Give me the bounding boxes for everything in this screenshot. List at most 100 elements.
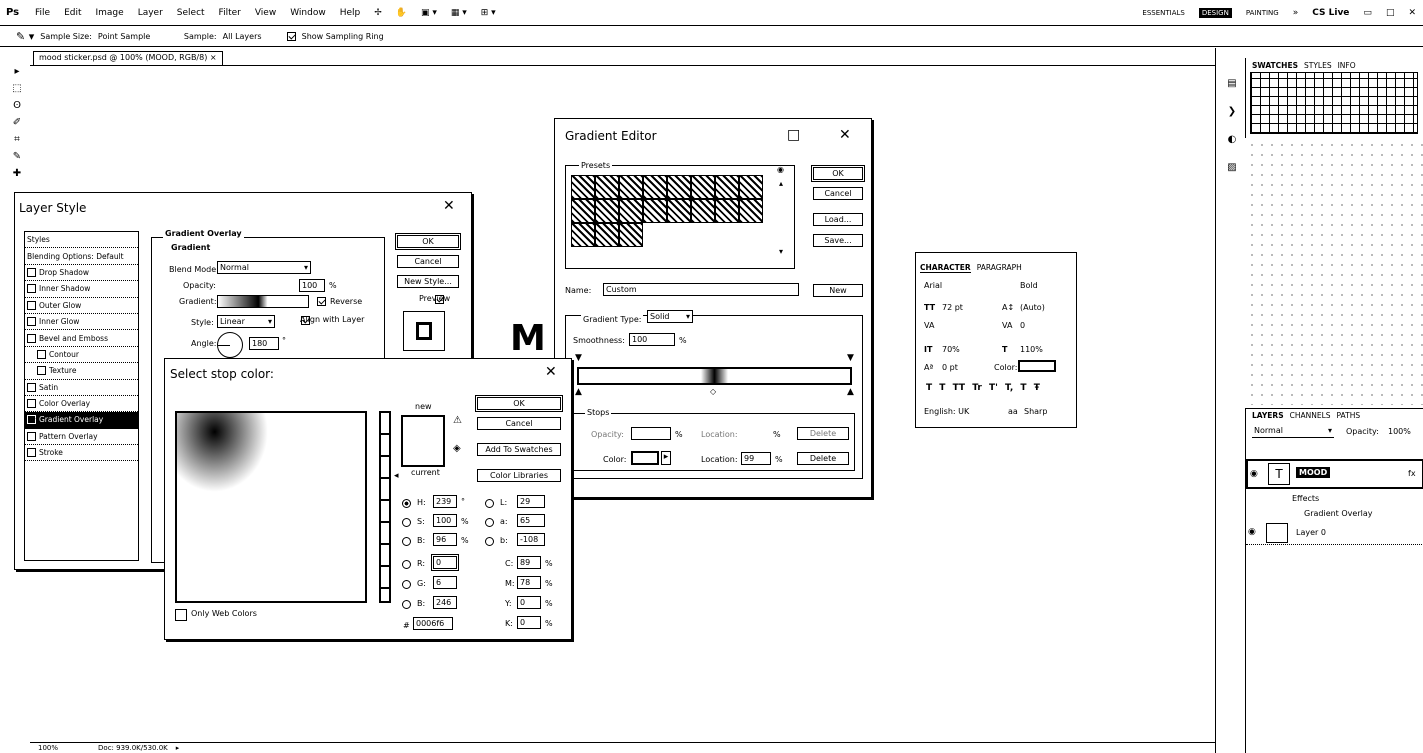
- quick-select-icon[interactable]: ✐: [6, 117, 28, 134]
- close-icon[interactable]: ✕: [839, 127, 851, 143]
- language-select[interactable]: English: UK: [924, 407, 969, 416]
- maximize-icon[interactable]: □: [1386, 8, 1395, 18]
- gradient-bar[interactable]: [577, 367, 852, 385]
- preset-swatch[interactable]: [715, 199, 739, 223]
- style-item-color-overlay[interactable]: Color Overlay: [25, 396, 138, 413]
- style-item-stroke[interactable]: Stroke: [25, 445, 138, 462]
- stop-color-swatch[interactable]: [631, 451, 659, 465]
- r-field[interactable]: 0: [431, 554, 459, 571]
- tab-paths[interactable]: PATHS: [1337, 411, 1361, 420]
- b-radio[interactable]: [402, 537, 411, 546]
- extras-icon[interactable]: ⊞ ▾: [481, 8, 496, 18]
- angle-dial[interactable]: [217, 332, 243, 358]
- color-libraries-button[interactable]: Color Libraries: [477, 469, 561, 482]
- preset-swatch[interactable]: [595, 199, 619, 223]
- leading-field[interactable]: (Auto): [1020, 303, 1045, 312]
- name-field[interactable]: Custom: [603, 283, 799, 296]
- preset-swatch[interactable]: [595, 175, 619, 199]
- layer-name[interactable]: MOOD: [1296, 467, 1331, 478]
- g-field[interactable]: 6: [433, 576, 457, 589]
- gradient-type-select[interactable]: Solid: [647, 310, 693, 323]
- preset-swatch[interactable]: [571, 199, 595, 223]
- channels-icon[interactable]: ◐: [1222, 126, 1242, 154]
- menu-help[interactable]: Help: [340, 8, 361, 18]
- cancel-button[interactable]: Cancel: [397, 255, 459, 268]
- superscript-icon[interactable]: T': [989, 383, 998, 393]
- menu-layer[interactable]: Layer: [138, 8, 163, 18]
- hex-field[interactable]: 0006f6: [413, 617, 453, 630]
- screen-mode-icon[interactable]: ▣ ▾: [421, 8, 437, 18]
- adjust-icon[interactable]: ▨: [1222, 154, 1242, 182]
- lab-b-radio[interactable]: [485, 537, 494, 546]
- sample-size-select[interactable]: Point Sample: [98, 32, 178, 41]
- b-field[interactable]: 96: [433, 533, 457, 546]
- actions-icon[interactable]: ❯: [1222, 98, 1242, 126]
- layer-name[interactable]: Layer 0: [1296, 528, 1326, 537]
- ok-button[interactable]: OK: [475, 395, 563, 412]
- y-field[interactable]: 0: [517, 596, 541, 609]
- gradient-overlay-effect[interactable]: Gradient Overlay: [1304, 509, 1372, 518]
- stop-color-menu-icon[interactable]: ▸: [661, 451, 671, 465]
- s-radio[interactable]: [402, 518, 411, 527]
- preset-swatch[interactable]: [691, 175, 715, 199]
- anti-alias-select[interactable]: Sharp: [1024, 407, 1047, 416]
- cs-live-button[interactable]: CS Live: [1312, 8, 1349, 18]
- a-radio[interactable]: [485, 518, 494, 527]
- h-field[interactable]: 239: [433, 495, 457, 508]
- m-field[interactable]: 78: [517, 576, 541, 589]
- cancel-button[interactable]: Cancel: [477, 417, 561, 430]
- scroll-up-icon[interactable]: ▴: [779, 179, 783, 188]
- style-item-satin[interactable]: Satin: [25, 380, 138, 396]
- bevel-checkbox[interactable]: [27, 333, 36, 343]
- style-item-outer-glow[interactable]: Outer Glow: [25, 298, 138, 314]
- visibility-eye-icon[interactable]: ◉: [1248, 527, 1256, 537]
- subscript-icon[interactable]: T,: [1005, 383, 1013, 393]
- healing-tool-icon[interactable]: ✚: [6, 168, 28, 185]
- preset-swatch[interactable]: [667, 175, 691, 199]
- move-tool-icon[interactable]: ✢: [374, 8, 382, 18]
- close-icon[interactable]: ✕: [443, 198, 455, 214]
- menu-window[interactable]: Window: [290, 8, 326, 18]
- drop-shadow-checkbox[interactable]: [27, 267, 36, 277]
- contour-checkbox[interactable]: [37, 349, 46, 359]
- color-overlay-checkbox[interactable]: [27, 399, 36, 409]
- web-colors-checkbox[interactable]: [175, 609, 187, 621]
- maximize-icon[interactable]: □: [787, 127, 800, 143]
- l-radio[interactable]: [485, 499, 494, 508]
- lab-b-field[interactable]: -108: [517, 533, 545, 546]
- preset-swatch[interactable]: [571, 175, 595, 199]
- effects-label[interactable]: Effects: [1292, 494, 1319, 503]
- scroll-down-icon[interactable]: ▾: [779, 247, 783, 256]
- marquee-tool-icon[interactable]: ⬚: [6, 83, 28, 100]
- preset-swatch[interactable]: [739, 199, 763, 223]
- new-button[interactable]: New: [813, 284, 863, 297]
- stop-opacity-field[interactable]: [631, 427, 671, 440]
- presets-grid[interactable]: [571, 175, 763, 247]
- inner-glow-checkbox[interactable]: [27, 317, 36, 327]
- style-select[interactable]: Linear: [217, 315, 275, 328]
- blue-field[interactable]: 246: [433, 596, 457, 609]
- gamut-warning-icon[interactable]: ⚠: [453, 415, 462, 426]
- preset-swatch[interactable]: [571, 223, 595, 247]
- inner-shadow-checkbox[interactable]: [27, 284, 36, 294]
- tab-channels[interactable]: CHANNELS: [1290, 411, 1331, 420]
- r-radio[interactable]: [402, 560, 411, 569]
- font-style-select[interactable]: Bold: [1020, 281, 1038, 290]
- layer-row-mood[interactable]: ◉ T MOOD fx: [1246, 459, 1423, 489]
- new-style-button[interactable]: New Style...: [397, 275, 459, 288]
- all-caps-icon[interactable]: TT: [953, 383, 966, 393]
- opacity-field[interactable]: 100: [299, 279, 325, 292]
- zoom-level[interactable]: 100%: [38, 744, 58, 752]
- vscale-field[interactable]: 70%: [942, 345, 960, 354]
- g-radio[interactable]: [402, 580, 411, 589]
- delete-opacity-button[interactable]: Delete: [797, 427, 849, 440]
- baseline-field[interactable]: 0 pt: [942, 363, 958, 372]
- font-size-field[interactable]: 72 pt: [942, 303, 963, 312]
- style-item-blending[interactable]: Blending Options: Default: [25, 248, 138, 265]
- gradient-picker[interactable]: [217, 295, 309, 308]
- menu-filter[interactable]: Filter: [219, 8, 241, 18]
- midpoint-icon[interactable]: ◇: [710, 387, 716, 396]
- style-item-texture[interactable]: Texture: [25, 363, 138, 380]
- workspace-design[interactable]: DESIGN: [1198, 7, 1232, 18]
- layers-blend-select[interactable]: Normal: [1252, 425, 1334, 438]
